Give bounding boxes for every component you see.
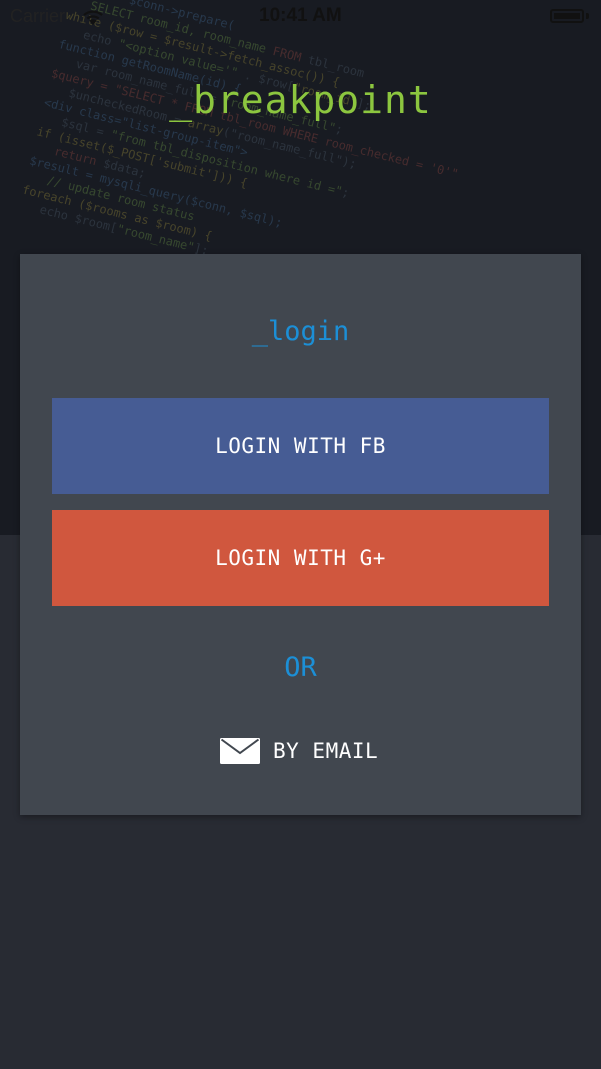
battery-icon xyxy=(550,9,584,23)
carrier-label: Carrier xyxy=(10,6,66,26)
login-email-label: BY EMAIL xyxy=(273,739,379,763)
login-google-button[interactable]: LOGIN WITH G+ xyxy=(52,510,549,606)
wifi-icon xyxy=(83,10,103,25)
status-time: 10:41 AM xyxy=(259,5,342,26)
app-title: _breakpoint xyxy=(169,78,432,122)
status-bar: Carrier 10:41 AM xyxy=(0,0,601,34)
battery-level xyxy=(554,13,580,19)
login-google-label: LOGIN WITH G+ xyxy=(215,546,386,570)
login-facebook-button[interactable]: LOGIN WITH FB xyxy=(52,398,549,494)
envelope-icon xyxy=(220,738,260,764)
battery-tip xyxy=(586,13,589,19)
login-heading: _login xyxy=(251,316,350,347)
login-facebook-label: LOGIN WITH FB xyxy=(215,434,386,458)
login-email-button[interactable]: BY EMAIL xyxy=(220,734,378,768)
or-separator: OR xyxy=(284,652,317,683)
